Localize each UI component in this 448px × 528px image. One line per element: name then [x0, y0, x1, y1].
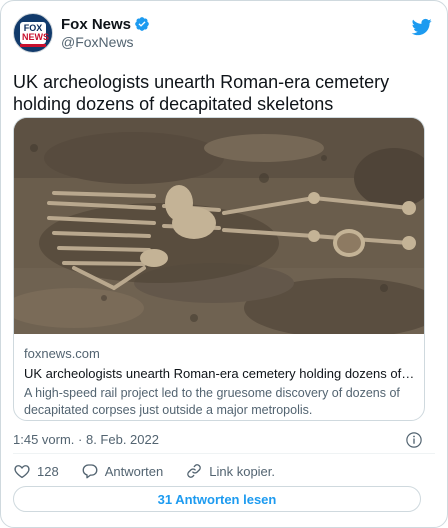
link-title[interactable]: UK archeologists unearth Roman-era cemet…: [24, 365, 416, 383]
link-description: A high-speed rail project led to the gru…: [24, 386, 400, 417]
verified-badge-icon: [135, 17, 149, 31]
divider: [13, 453, 435, 454]
tweet-meta-row: 1:45 vorm. · 8. Feb. 2022: [13, 431, 435, 451]
tweet-text: UK archeologists unearth Roman-era cemet…: [13, 72, 390, 114]
tweet-embed-card: FOX NEWS Fox News @FoxNews UK archeologi…: [0, 0, 448, 528]
read-replies-button[interactable]: 31 Antworten lesen: [13, 486, 421, 512]
avatar[interactable]: FOX NEWS: [13, 13, 53, 53]
copy-link-label: Link kopier.: [209, 463, 276, 479]
author-name-row: Fox News: [61, 14, 150, 34]
like-count: 128: [37, 463, 59, 479]
tweet-header: FOX NEWS Fox News @FoxNews: [13, 13, 435, 57]
link-domain[interactable]: foxnews.com: [24, 346, 416, 362]
reply-label: Antworten: [104, 463, 164, 479]
like-button[interactable]: 128: [13, 462, 59, 480]
author-handle[interactable]: @FoxNews: [61, 34, 134, 50]
link-meta: foxnews.com UK archeologists unearth Rom…: [24, 346, 416, 419]
author-name[interactable]: Fox News: [61, 16, 131, 33]
heart-icon: [14, 465, 30, 479]
tweet-actions: 128 Antworten Link kopier.: [13, 461, 297, 481]
tweet-timestamp[interactable]: 1:45 vorm. · 8. Feb. 2022: [13, 432, 159, 447]
copy-link-button[interactable]: Link kopier.: [185, 462, 275, 480]
info-icon[interactable]: [405, 431, 423, 449]
link-preview-card[interactable]: foxnews.com UK archeologists unearth Rom…: [13, 117, 425, 421]
article-photo: [14, 118, 424, 334]
reply-button[interactable]: Antworten: [81, 462, 164, 480]
avatar-logo-text-bottom: NEWS: [22, 32, 49, 42]
reply-icon: [82, 464, 98, 479]
twitter-bird-icon[interactable]: [411, 17, 433, 37]
link-icon: [187, 464, 202, 478]
avatar-logo-stripe: [20, 44, 46, 47]
